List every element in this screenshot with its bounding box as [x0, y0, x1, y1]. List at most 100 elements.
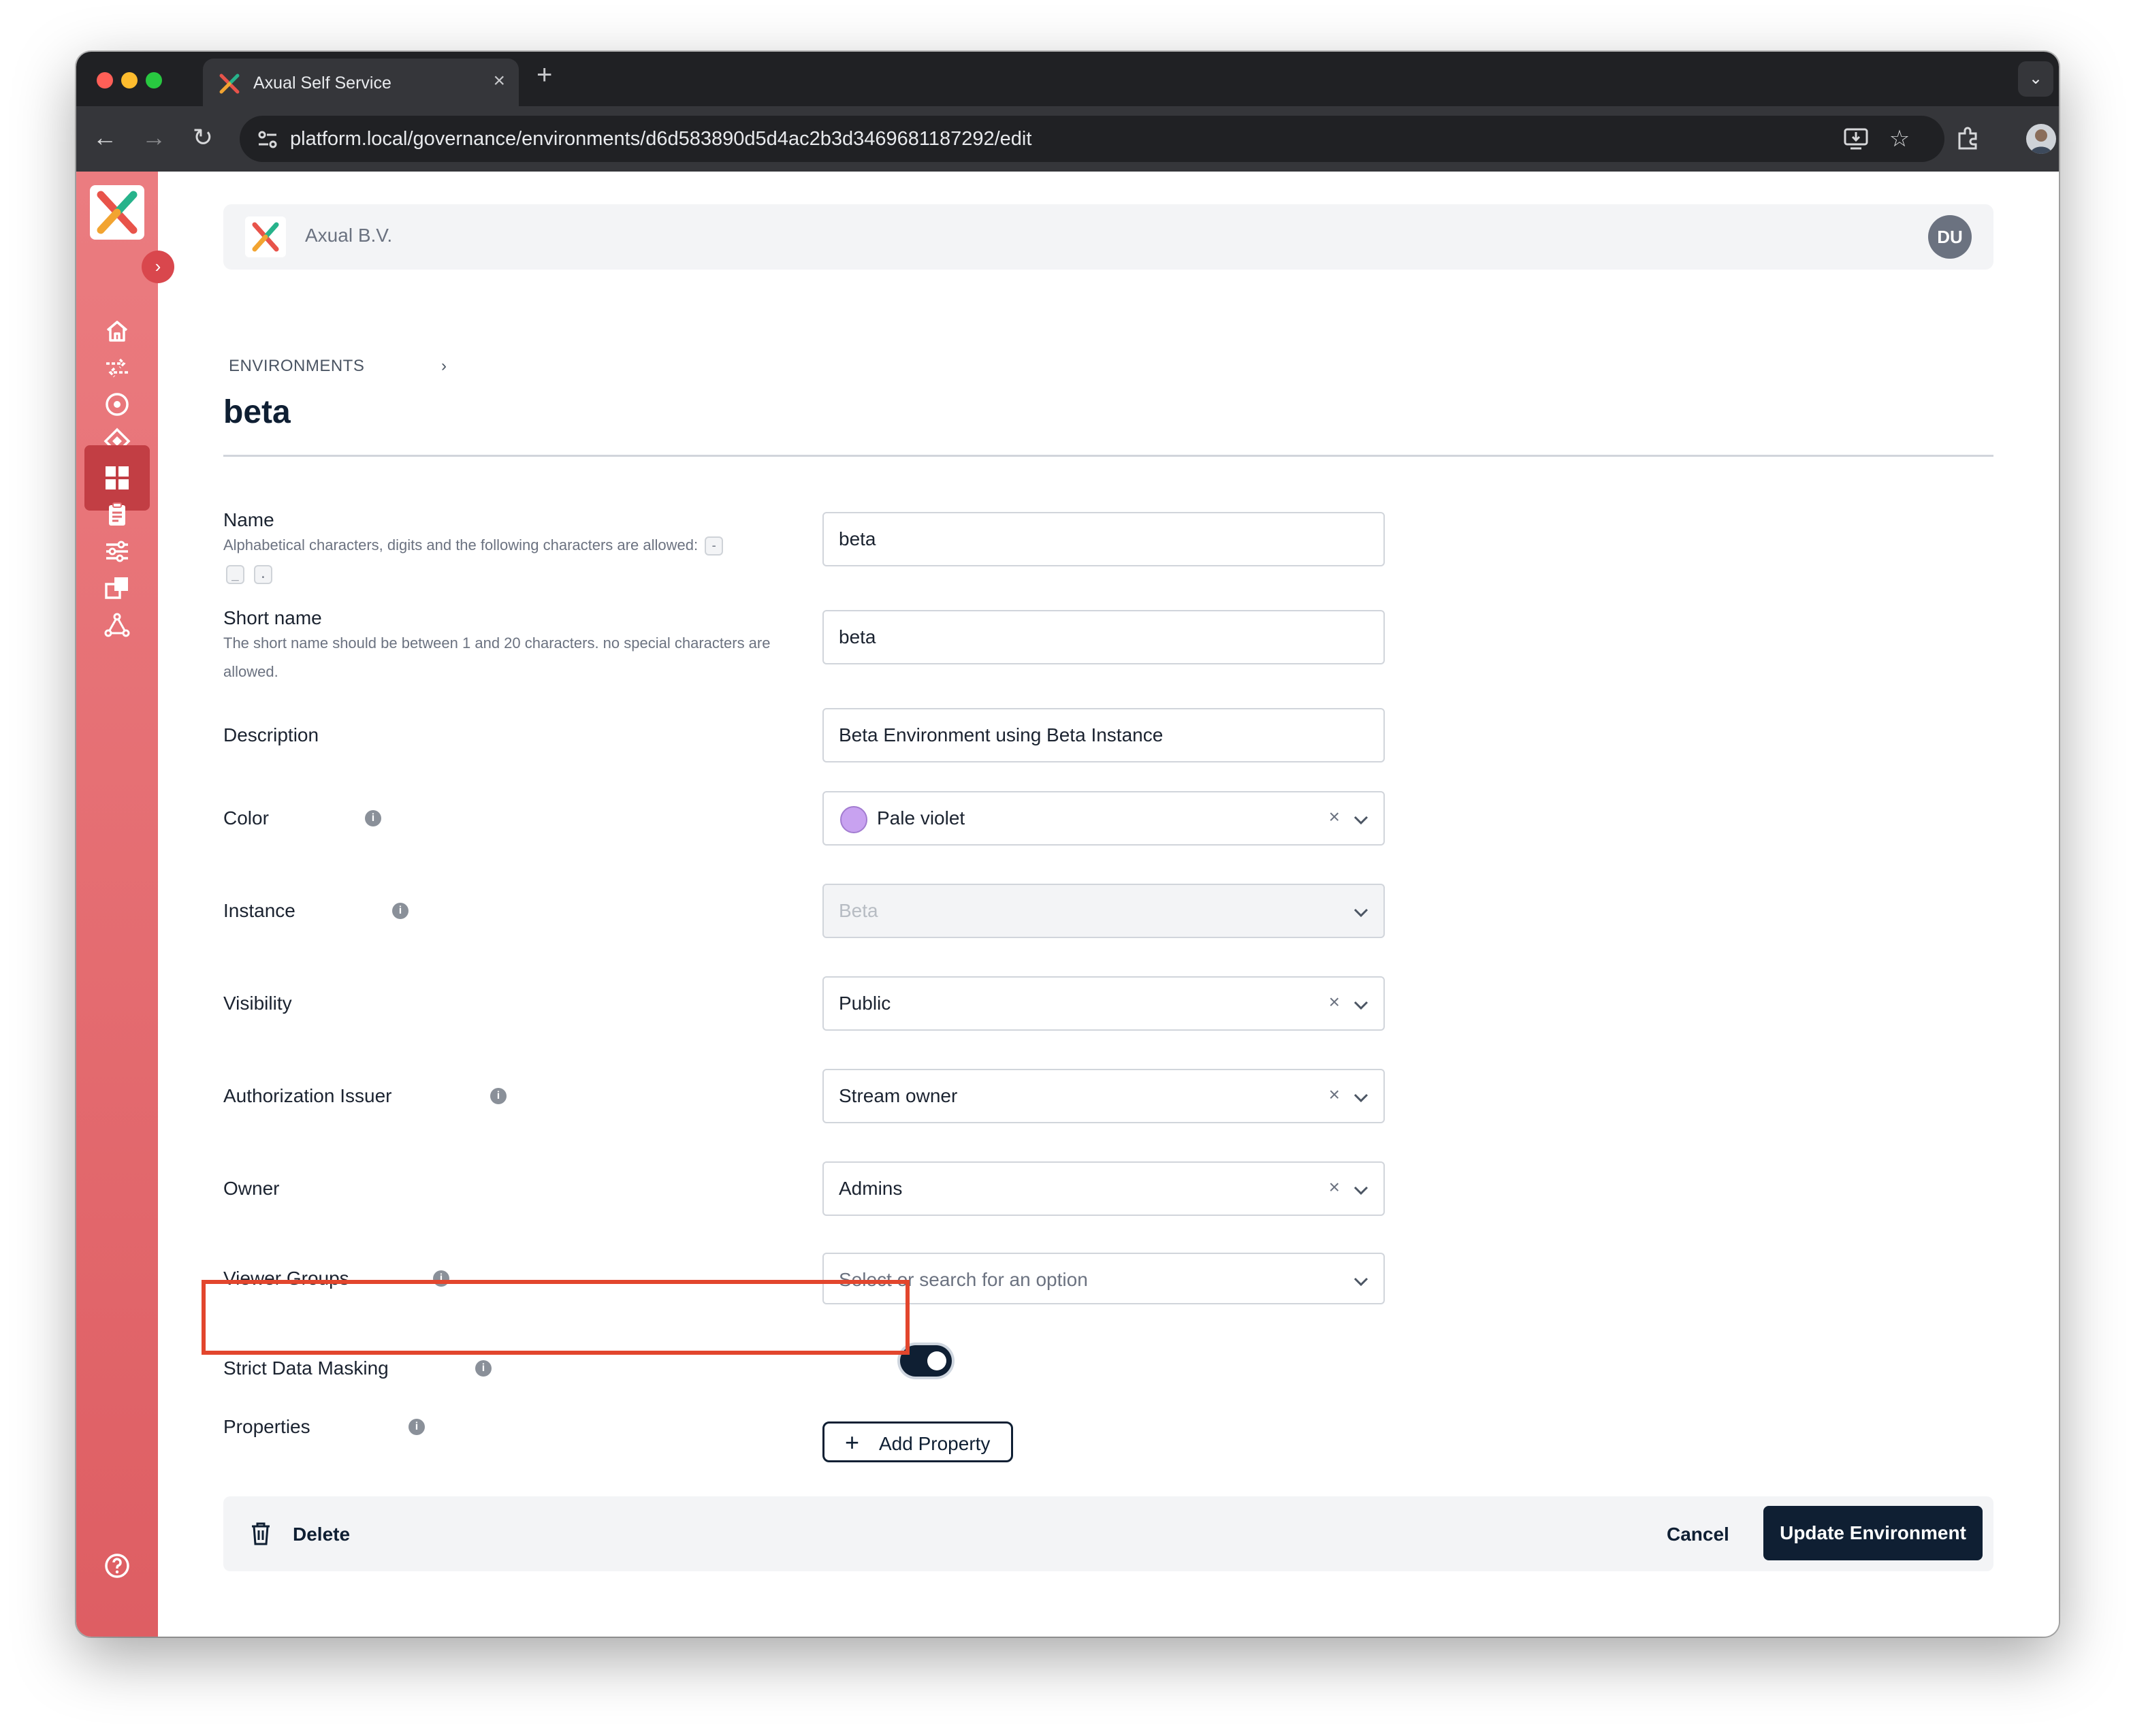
close-window-button[interactable]: [97, 72, 113, 89]
instance-select: Beta: [822, 884, 1385, 938]
instance-select-value: Beta: [839, 900, 878, 921]
visibility-chevron-down-icon[interactable]: [1352, 997, 1370, 1014]
viewer-groups-label: Viewer Groups: [223, 1268, 349, 1289]
main-content: Axual B.V. DU ENVIRONMENTS › beta Name A…: [158, 172, 2059, 1637]
extensions-icon[interactable]: [1953, 124, 1983, 154]
axual-org-logo-icon: [252, 222, 279, 252]
back-icon[interactable]: ←: [89, 121, 121, 154]
app-logo[interactable]: [90, 185, 144, 240]
viewer-groups-select[interactable]: Select or search for an option: [822, 1253, 1385, 1304]
bookmark-star-icon[interactable]: ☆: [1885, 124, 1914, 154]
axual-favicon-icon: [219, 74, 240, 94]
sidebar-item-topology[interactable]: [84, 592, 150, 658]
tab-search-chevron-icon[interactable]: ⌄: [2018, 61, 2053, 97]
short-name-input[interactable]: beta: [822, 610, 1385, 664]
name-input-value: beta: [839, 528, 876, 549]
authorization-issuer-clear-icon[interactable]: ×: [1329, 1084, 1340, 1106]
owner-select[interactable]: Admins ×: [822, 1161, 1385, 1216]
name-input[interactable]: beta: [822, 512, 1385, 566]
short-name-hint: The short name should be between 1 and 2…: [223, 634, 771, 680]
sidebar-item-help[interactable]: [84, 1533, 150, 1598]
org-header: Axual B.V. DU: [223, 204, 1993, 270]
cancel-button[interactable]: Cancel: [1667, 1524, 1729, 1545]
color-clear-icon[interactable]: ×: [1329, 806, 1340, 828]
install-app-icon[interactable]: [1841, 124, 1871, 154]
visibility-clear-icon[interactable]: ×: [1329, 991, 1340, 1013]
description-label: Description: [223, 724, 319, 745]
owner-select-value: Admins: [839, 1178, 903, 1199]
app-sidebar: ›: [76, 172, 174, 1637]
axual-logo-icon: [97, 191, 138, 234]
breadcrumb-environments[interactable]: ENVIRONMENTS: [229, 357, 364, 376]
name-label: Name: [223, 509, 274, 530]
name-hint: Alphabetical characters, digits and the …: [223, 531, 795, 588]
description-input[interactable]: Beta Environment using Beta Instance: [822, 708, 1385, 762]
page-title: beta: [223, 394, 291, 430]
maximize-window-button[interactable]: [146, 72, 162, 89]
breadcrumb-chevron-icon: ›: [441, 357, 447, 375]
strict-data-masking-info-icon[interactable]: i: [475, 1360, 492, 1377]
strict-data-masking-label: Strict Data Masking: [223, 1357, 389, 1379]
viewer-groups-info-icon[interactable]: i: [433, 1270, 449, 1287]
color-swatch: [840, 806, 867, 833]
allowed-char-dot: .: [253, 565, 272, 585]
org-name: Axual B.V.: [305, 225, 393, 246]
reload-icon[interactable]: ↻: [187, 121, 219, 154]
plus-icon: +: [845, 1428, 860, 1456]
visibility-select[interactable]: Public ×: [822, 976, 1385, 1031]
color-info-icon[interactable]: i: [365, 810, 381, 826]
add-property-button[interactable]: + Add Property: [822, 1421, 1013, 1462]
profile-person-icon: [2030, 129, 2052, 154]
help-icon: [105, 1554, 129, 1578]
allowed-char-dash: -: [705, 536, 724, 556]
form-footer: Delete Cancel Update Environment: [223, 1496, 1993, 1571]
delete-label: Delete: [293, 1524, 351, 1545]
viewer-groups-chevron-down-icon[interactable]: [1352, 1273, 1370, 1291]
tab-close-icon[interactable]: ×: [493, 69, 505, 93]
tab-bar: Axual Self Service × + ⌄: [76, 52, 2059, 106]
forward-icon[interactable]: →: [138, 121, 170, 154]
name-hint-text: Alphabetical characters, digits and the …: [223, 536, 699, 553]
authorization-issuer-chevron-down-icon[interactable]: [1352, 1089, 1370, 1107]
visibility-select-value: Public: [839, 993, 891, 1014]
user-avatar[interactable]: DU: [1928, 215, 1972, 259]
tab-title: Axual Self Service: [253, 74, 391, 93]
properties-label: Properties: [223, 1416, 310, 1437]
url-text: platform.local/governance/environments/d…: [290, 128, 1032, 150]
add-property-label: Add Property: [879, 1433, 991, 1454]
viewer-groups-placeholder: Select or search for an option: [839, 1269, 1088, 1290]
color-select[interactable]: Pale violet ×: [822, 791, 1385, 846]
update-environment-button[interactable]: Update Environment: [1763, 1506, 1983, 1560]
browser-toolbar: ← → ↻ platform.local/governance/environm…: [76, 106, 2059, 172]
owner-label: Owner: [223, 1178, 280, 1199]
owner-chevron-down-icon[interactable]: [1352, 1182, 1370, 1200]
browser-window: Axual Self Service × + ⌄ ← → ↻ platform.…: [76, 52, 2059, 1637]
trash-icon: [252, 1522, 270, 1545]
authorization-issuer-info-icon[interactable]: i: [490, 1088, 507, 1104]
profile-avatar[interactable]: [2026, 124, 2056, 154]
owner-clear-icon[interactable]: ×: [1329, 1176, 1340, 1198]
instance-chevron-down-icon: [1353, 908, 1368, 918]
minimize-window-button[interactable]: [121, 72, 138, 89]
color-select-value: Pale violet: [877, 807, 965, 829]
site-settings-icon[interactable]: [256, 128, 279, 151]
color-chevron-down-icon[interactable]: [1352, 811, 1370, 829]
address-bar[interactable]: platform.local/governance/environments/d…: [240, 116, 1944, 162]
authorization-issuer-select-value: Stream owner: [839, 1085, 958, 1106]
allowed-char-underscore: _: [226, 565, 244, 585]
instance-info-icon[interactable]: i: [392, 903, 408, 919]
sidebar-expand-button[interactable]: ›: [142, 251, 174, 283]
strict-data-masking-toggle[interactable]: [900, 1345, 952, 1377]
authorization-issuer-label: Authorization Issuer: [223, 1085, 392, 1106]
instance-label: Instance: [223, 900, 295, 921]
title-divider: [223, 455, 1993, 457]
color-label: Color: [223, 807, 269, 829]
properties-info-icon[interactable]: i: [408, 1419, 425, 1435]
authorization-issuer-select[interactable]: Stream owner ×: [822, 1069, 1385, 1123]
description-input-value: Beta Environment using Beta Instance: [839, 724, 1164, 745]
visibility-label: Visibility: [223, 993, 292, 1014]
toggle-knob: [927, 1351, 946, 1370]
browser-tab[interactable]: Axual Self Service ×: [203, 59, 519, 106]
short-name-input-value: beta: [839, 626, 876, 647]
new-tab-button[interactable]: +: [536, 60, 552, 91]
